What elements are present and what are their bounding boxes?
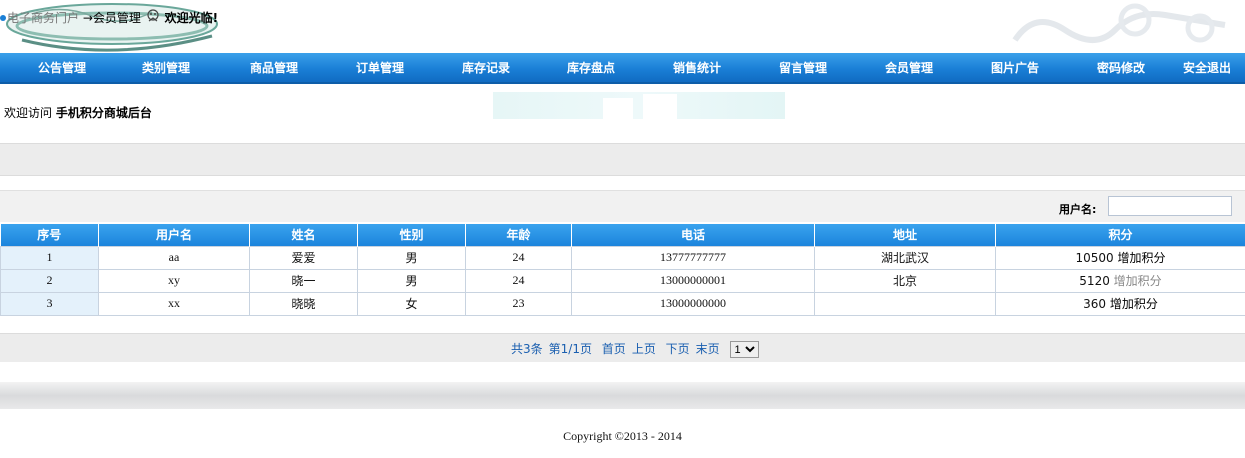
nav-order[interactable]: 订单管理: [335, 53, 425, 84]
nav-logout[interactable]: 安全退出: [1183, 53, 1245, 84]
col-address: 地址: [814, 224, 996, 246]
cell-username: aa: [98, 245, 250, 270]
col-name: 姓名: [249, 224, 358, 246]
cell-index: 1: [0, 245, 99, 270]
nav-sales-stats[interactable]: 销售统计: [652, 53, 742, 84]
mascot-icon: [147, 9, 159, 22]
breadcrumb-current: →会员管理: [82, 11, 141, 25]
cell-name: 晓一: [249, 268, 358, 293]
col-age: 年龄: [465, 224, 572, 246]
header: [0, 0, 1245, 53]
cell-name: 爱爱: [249, 245, 358, 270]
search-username-label: 用户名:: [1059, 203, 1097, 216]
col-index: 序号: [0, 224, 99, 246]
pager-page: 第1/1页: [548, 342, 592, 356]
pager-last[interactable]: 末页: [696, 342, 720, 356]
cell-gender: 男: [357, 245, 466, 270]
copyright: Copyright ©2013 - 2014: [563, 429, 682, 443]
cell-phone: 13777777777: [571, 245, 815, 270]
pagination: 共3条 第1/1页 首页 上页 下页 末页 1: [511, 340, 759, 358]
cell-username: xx: [98, 291, 250, 316]
add-points-link[interactable]: 增加积分: [1114, 274, 1162, 288]
cell-age: 23: [465, 291, 572, 316]
table-row: 2 xy 晓一 男 24 13000000001 北京 5120 增加积分: [0, 268, 1245, 293]
cell-age: 24: [465, 268, 572, 293]
cell-points: 5120 增加积分: [995, 268, 1245, 293]
add-points-link[interactable]: 增加积分: [1118, 251, 1166, 265]
welcome-text: 欢迎访问 手机积分商城后台: [4, 104, 152, 121]
nav-stock-record[interactable]: 库存记录: [441, 53, 531, 84]
breadcrumb-portal[interactable]: 电子商务门户: [7, 11, 79, 25]
nav-messages[interactable]: 留言管理: [758, 53, 848, 84]
nav-product[interactable]: 商品管理: [229, 53, 319, 84]
cell-address: 北京: [814, 268, 996, 293]
col-points: 积分: [995, 224, 1245, 246]
member-table: 序号 用户名 姓名 性别 年龄 电话 地址 积分 1 aa 爱爱 男 24 13…: [0, 224, 1245, 316]
search-username-input[interactable]: [1108, 196, 1232, 216]
breadcrumb-greeting: 欢迎光临!: [164, 11, 219, 25]
nav-stock-check[interactable]: 库存盘点: [546, 53, 636, 84]
breadcrumb-bar: [0, 143, 1245, 176]
nav-category[interactable]: 类别管理: [121, 53, 211, 84]
cell-address: [814, 291, 996, 316]
cell-username: xy: [98, 268, 250, 293]
main-nav: 公告管理 类别管理 商品管理 订单管理 库存记录 库存盘点 销售统计 留言管理 …: [0, 53, 1245, 84]
col-phone: 电话: [571, 224, 815, 246]
pager-next[interactable]: 下页: [666, 342, 690, 356]
cell-gender: 女: [357, 291, 466, 316]
cell-name: 晓晓: [249, 291, 358, 316]
col-gender: 性别: [357, 224, 466, 246]
nav-announcement[interactable]: 公告管理: [17, 53, 107, 84]
decorative-band: [493, 92, 785, 119]
cell-gender: 男: [357, 268, 466, 293]
nav-image-ads[interactable]: 图片广告: [970, 53, 1060, 84]
cell-age: 24: [465, 245, 572, 270]
welcome-prefix: 欢迎访问: [4, 106, 53, 120]
points-value: 5120: [1079, 274, 1110, 288]
breadcrumb: 电子商务门户 →会员管理 欢迎光临!: [0, 9, 218, 26]
table-header-row: 序号 用户名 姓名 性别 年龄 电话 地址 积分: [0, 224, 1245, 246]
decorative-swirl: [1012, 3, 1226, 43]
nav-members[interactable]: 会员管理: [864, 53, 954, 84]
cell-phone: 13000000000: [571, 291, 815, 316]
nav-change-password[interactable]: 密码修改: [1076, 53, 1166, 84]
table-row: 1 aa 爱爱 男 24 13777777777 湖北武汉 10500 增加积分: [0, 245, 1245, 270]
col-username: 用户名: [98, 224, 250, 246]
pager-total: 共3条: [511, 342, 543, 356]
cell-index: 3: [0, 291, 99, 316]
points-value: 10500: [1075, 251, 1114, 265]
cell-points: 360 增加积分: [995, 291, 1245, 316]
cell-index: 2: [0, 268, 99, 293]
table-row: 3 xx 晓晓 女 23 13000000000 360 增加积分: [0, 291, 1245, 316]
footer-band: [0, 382, 1245, 409]
cell-points: 10500 增加积分: [995, 245, 1245, 270]
add-points-link[interactable]: 增加积分: [1110, 297, 1158, 311]
pager-first[interactable]: 首页: [602, 342, 626, 356]
cell-address: 湖北武汉: [814, 245, 996, 270]
page-select[interactable]: 1: [729, 341, 759, 358]
bullet-icon: [0, 15, 6, 21]
cell-phone: 13000000001: [571, 268, 815, 293]
points-value: 360: [1083, 297, 1107, 311]
site-name: 手机积分商城后台: [55, 106, 152, 120]
pager-prev[interactable]: 上页: [632, 342, 656, 356]
